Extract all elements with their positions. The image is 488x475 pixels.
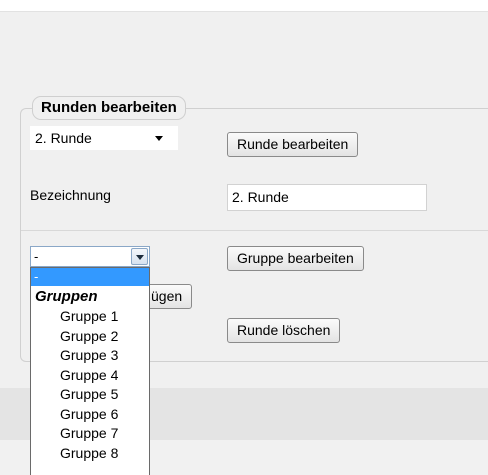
chevron-down-icon	[155, 136, 163, 141]
dropdown-option[interactable]: Gruppe 1	[31, 307, 149, 327]
gruppe-dropdown-list: - Gruppen Gruppe 1 Gruppe 2 Gruppe 3 Gru…	[30, 267, 150, 475]
runde-select-value: 2. Runde	[35, 130, 92, 146]
gruppe-bearbeiten-button[interactable]: Gruppe bearbeiten	[227, 246, 364, 271]
gruppe-select[interactable]: -	[30, 246, 150, 267]
dropdown-option[interactable]: Gruppe 7	[31, 424, 149, 444]
gruppe-select-value: -	[34, 249, 39, 264]
chevron-down-icon	[136, 255, 144, 260]
dropdown-option[interactable]: Gruppe 2	[31, 327, 149, 347]
dropdown-option[interactable]: Gruppe 4	[31, 366, 149, 386]
dropdown-option-selected[interactable]: -	[31, 268, 149, 286]
dropdown-arrow-button[interactable]	[131, 248, 148, 265]
dropdown-option[interactable]: Gruppe 8	[31, 444, 149, 464]
top-bar	[0, 0, 488, 12]
runde-select[interactable]: 2. Runde	[30, 126, 178, 150]
divider	[21, 230, 488, 231]
runde-bearbeiten-button[interactable]: Runde bearbeiten	[227, 132, 359, 157]
runde-loeschen-button[interactable]: Runde löschen	[227, 318, 341, 343]
dropdown-option[interactable]: Gruppe 3	[31, 346, 149, 366]
dropdown-option[interactable]: Gruppe 5	[31, 385, 149, 405]
fieldset-legend: Runden bearbeiten	[32, 96, 186, 120]
dropdown-option[interactable]: Gruppe 6	[31, 405, 149, 425]
bezeichnung-label: Bezeichnung	[30, 187, 111, 203]
dropdown-group-label: Gruppen	[35, 288, 98, 305]
bezeichnung-input[interactable]: 2. Runde	[227, 184, 427, 211]
